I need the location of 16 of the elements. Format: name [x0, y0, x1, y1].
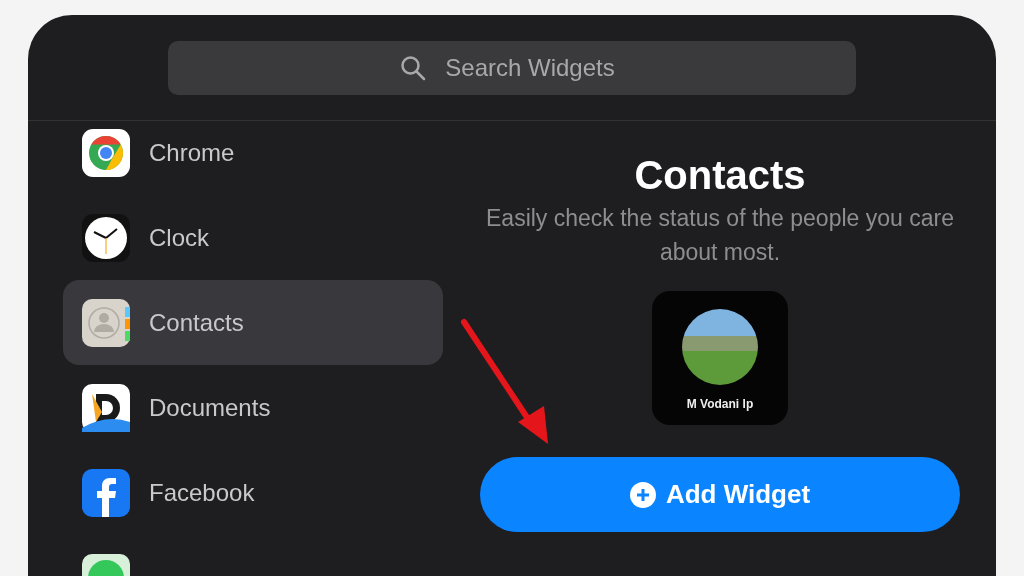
facebook-icon [82, 468, 130, 517]
documents-icon [82, 383, 130, 432]
widget-description: Easily check the status of the people you care about most. [485, 204, 955, 267]
contact-name: M Vodani Ip [686, 396, 754, 413]
app-icon [82, 128, 130, 177]
app-list-item[interactable]: Facebook [63, 450, 443, 535]
clock-icon [82, 213, 130, 262]
app-list-item[interactable]: Contacts [63, 280, 443, 365]
contacts-book-icon [82, 298, 130, 347]
add-widget-button[interactable]: Add Widget [480, 457, 960, 532]
search-field[interactable]: Search Widgets [168, 40, 856, 95]
plus-icon [629, 481, 656, 508]
app-list-item[interactable]: Chrome [63, 110, 443, 195]
widget-title: Contacts [634, 152, 806, 199]
app-list-item[interactable]: Clock [63, 195, 443, 280]
app-list-item[interactable]: Documents [63, 365, 443, 450]
